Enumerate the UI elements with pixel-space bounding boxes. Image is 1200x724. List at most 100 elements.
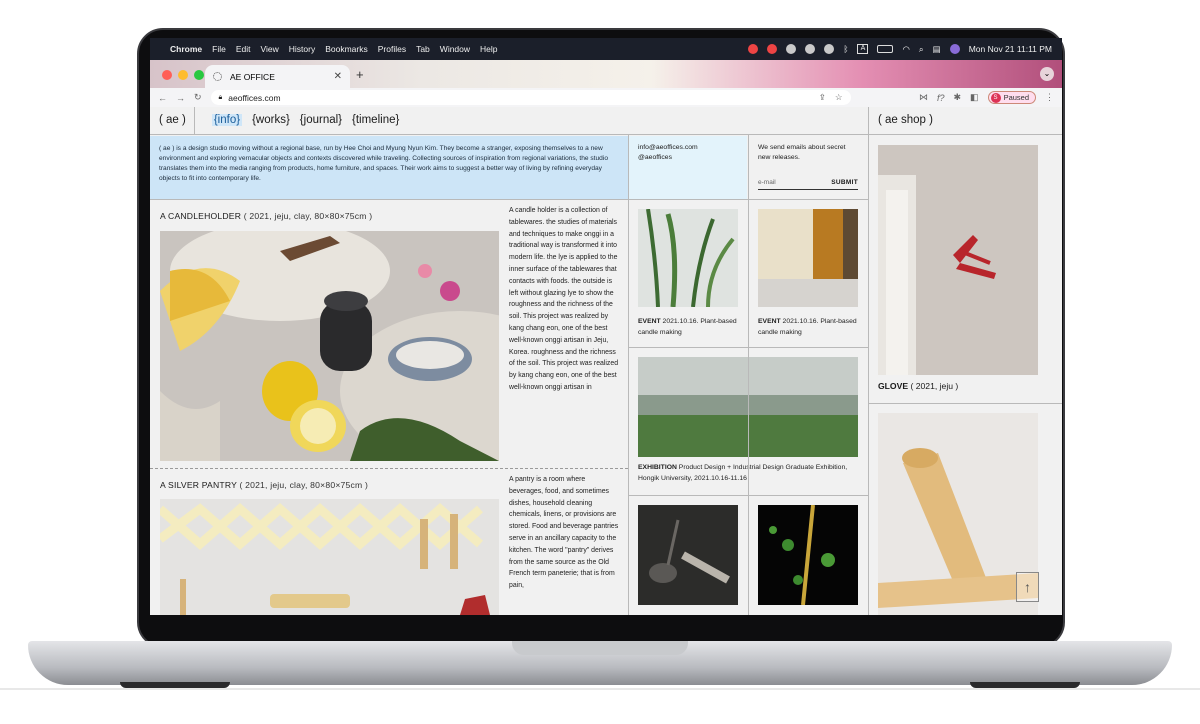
close-tab-icon[interactable]: ✕ bbox=[334, 71, 342, 82]
menu-chrome[interactable]: Chrome bbox=[170, 44, 202, 54]
journal-photo-plant[interactable] bbox=[638, 209, 738, 307]
journal-caption[interactable]: EXHIBITION Product Design + Industrial D… bbox=[638, 463, 860, 484]
back-icon[interactable]: ← bbox=[158, 93, 167, 103]
journal-type: EVENT bbox=[758, 318, 781, 325]
menu-edit[interactable]: Edit bbox=[236, 44, 251, 54]
status-app-icon[interactable] bbox=[748, 44, 759, 54]
nav-timeline[interactable]: {timeline} bbox=[352, 114, 399, 126]
timer-icon[interactable] bbox=[805, 44, 816, 54]
menu-tab[interactable]: Tab bbox=[416, 44, 430, 54]
menu-profiles[interactable]: Profiles bbox=[378, 44, 406, 54]
nav-shop[interactable]: ( ae shop ) bbox=[878, 114, 933, 126]
about-text: ( ae ) is a design studio moving without… bbox=[150, 136, 628, 199]
forward-icon[interactable]: → bbox=[176, 93, 185, 103]
extension-f-icon[interactable]: f? bbox=[937, 93, 945, 103]
work-meta: ( 2021, jeju, clay, 80×80×75cm ) bbox=[243, 211, 373, 221]
control-center-icon[interactable]: ▤ bbox=[933, 44, 941, 55]
profile-button[interactable]: S Paused bbox=[987, 91, 1036, 104]
tab-title: AE OFFICE bbox=[230, 71, 275, 82]
bluetooth-icon[interactable]: ᛒ bbox=[843, 44, 848, 54]
more-menu-icon[interactable]: ⋮ bbox=[1045, 92, 1054, 103]
submit-button[interactable]: SUBMIT bbox=[831, 178, 858, 188]
divider bbox=[628, 135, 629, 615]
status-app-icon[interactable] bbox=[767, 44, 778, 54]
work-title[interactable]: A SILVER PANTRY ( 2021, jeju, clay, 80×8… bbox=[160, 480, 368, 490]
profile-status: Paused bbox=[1003, 93, 1029, 102]
nav-info[interactable]: {info} bbox=[211, 114, 243, 126]
divider bbox=[748, 199, 749, 615]
work-description: A pantry is a room where beverages, food… bbox=[509, 476, 619, 590]
zoom-window-button[interactable] bbox=[194, 70, 204, 80]
site-header: ( ae ) {info} {works} {journal} {timelin… bbox=[150, 107, 1062, 135]
extensions-puzzle-icon[interactable]: ✱ bbox=[954, 92, 962, 103]
newsletter-form: e-mail SUBMIT bbox=[758, 178, 858, 190]
site-nav: ( ae ) {info} {works} {journal} {timelin… bbox=[159, 107, 399, 135]
extension-icon[interactable]: ⋈ bbox=[919, 92, 928, 103]
contact-email[interactable]: info@aeoffices.com bbox=[638, 143, 738, 153]
shop-item-title[interactable]: GLOVE ( 2021, jeju ) bbox=[878, 381, 958, 391]
journal-photo-room[interactable] bbox=[758, 209, 858, 307]
tab-ae-office[interactable]: AE OFFICE ✕ bbox=[205, 65, 350, 88]
battery-icon[interactable] bbox=[877, 45, 894, 53]
menu-bookmarks[interactable]: Bookmarks bbox=[325, 44, 368, 54]
laptop-opening-lip bbox=[512, 641, 688, 655]
scroll-to-top-button[interactable]: ↑ bbox=[1016, 572, 1039, 602]
nav-journal[interactable]: {journal} bbox=[300, 114, 342, 126]
work-meta: ( 2021, jeju, clay, 80×80×75cm ) bbox=[239, 480, 369, 490]
divider bbox=[868, 107, 869, 615]
play-icon[interactable] bbox=[824, 44, 835, 54]
wifi-icon[interactable]: ◠ bbox=[902, 44, 909, 55]
search-icon[interactable]: ⌕ bbox=[919, 44, 924, 55]
menu-window[interactable]: Window bbox=[440, 44, 470, 54]
loading-spinner-icon bbox=[213, 72, 222, 81]
journal-photo-branch[interactable] bbox=[758, 505, 858, 605]
shop-photo-glove[interactable] bbox=[878, 145, 1038, 375]
work-name: A SILVER PANTRY bbox=[160, 480, 237, 490]
contact-instagram[interactable]: @aeoffices bbox=[638, 153, 738, 163]
contact-block: info@aeoffices.com @aeoffices bbox=[629, 136, 747, 199]
nav-home[interactable]: ( ae ) bbox=[159, 114, 186, 126]
divider bbox=[150, 468, 628, 469]
email-field[interactable]: e-mail bbox=[758, 178, 776, 188]
close-window-button[interactable] bbox=[162, 70, 172, 80]
journal-type: EVENT bbox=[638, 318, 661, 325]
journal-photo-spoon[interactable] bbox=[638, 505, 738, 605]
clock[interactable]: Mon Nov 21 11:11 PM bbox=[969, 44, 1052, 54]
siri-icon[interactable] bbox=[949, 44, 960, 54]
candleholder-photo[interactable] bbox=[160, 231, 499, 461]
cloud-icon[interactable] bbox=[786, 44, 797, 54]
laptop-mockup: Chrome File Edit View History Bookmarks … bbox=[0, 0, 1200, 724]
journal-caption[interactable]: EVENT 2021.10.16. Plant-based candle mak… bbox=[638, 317, 743, 338]
side-panel-icon[interactable]: ◧ bbox=[970, 92, 979, 103]
address-bar[interactable]: 🔒︎ aeoffices.com ⇪ ☆ bbox=[210, 90, 851, 105]
journal-caption[interactable]: EVENT 2021.10.16. Plant-based candle mak… bbox=[758, 317, 863, 338]
url-text: aeoffices.com bbox=[228, 92, 281, 103]
tab-strip: AE OFFICE ✕ + ⌄ bbox=[150, 60, 1062, 88]
reload-icon[interactable]: ↻ bbox=[194, 92, 202, 103]
newsletter-block: We send emails about secret new releases… bbox=[749, 136, 867, 199]
screen: Chrome File Edit View History Bookmarks … bbox=[150, 38, 1062, 615]
divider bbox=[194, 107, 195, 135]
menu-help[interactable]: Help bbox=[480, 44, 497, 54]
input-source-icon[interactable]: A bbox=[857, 44, 869, 54]
bookmark-star-icon[interactable]: ☆ bbox=[835, 92, 843, 103]
work-description: A candle holder is a collection of table… bbox=[509, 207, 619, 391]
silver-pantry-photo[interactable] bbox=[160, 499, 499, 615]
menu-file[interactable]: File bbox=[212, 44, 226, 54]
browser-toolbar: ← → ↻ 🔒︎ aeoffices.com ⇪ ☆ ⋈ f? ✱ ◧ S Pa… bbox=[150, 88, 1062, 107]
macos-menubar: Chrome File Edit View History Bookmarks … bbox=[150, 38, 1062, 60]
newsletter-text: We send emails about secret new releases… bbox=[758, 144, 846, 161]
divider bbox=[868, 403, 1062, 404]
website: ( ae ) {info} {works} {journal} {timelin… bbox=[150, 107, 1062, 615]
work-title[interactable]: A CANDLEHOLDER ( 2021, jeju, clay, 80×80… bbox=[160, 211, 372, 221]
share-icon[interactable]: ⇪ bbox=[819, 92, 826, 103]
menu-view[interactable]: View bbox=[260, 44, 278, 54]
lock-icon: 🔒︎ bbox=[218, 93, 223, 101]
menu-history[interactable]: History bbox=[289, 44, 315, 54]
journal-type: EXHIBITION bbox=[638, 464, 677, 471]
tab-search-chevron-icon[interactable]: ⌄ bbox=[1040, 67, 1054, 81]
new-tab-button[interactable]: + bbox=[356, 67, 364, 82]
nav-works[interactable]: {works} bbox=[252, 114, 290, 126]
minimize-window-button[interactable] bbox=[178, 70, 188, 80]
shop-photo-wood[interactable] bbox=[878, 413, 1038, 615]
